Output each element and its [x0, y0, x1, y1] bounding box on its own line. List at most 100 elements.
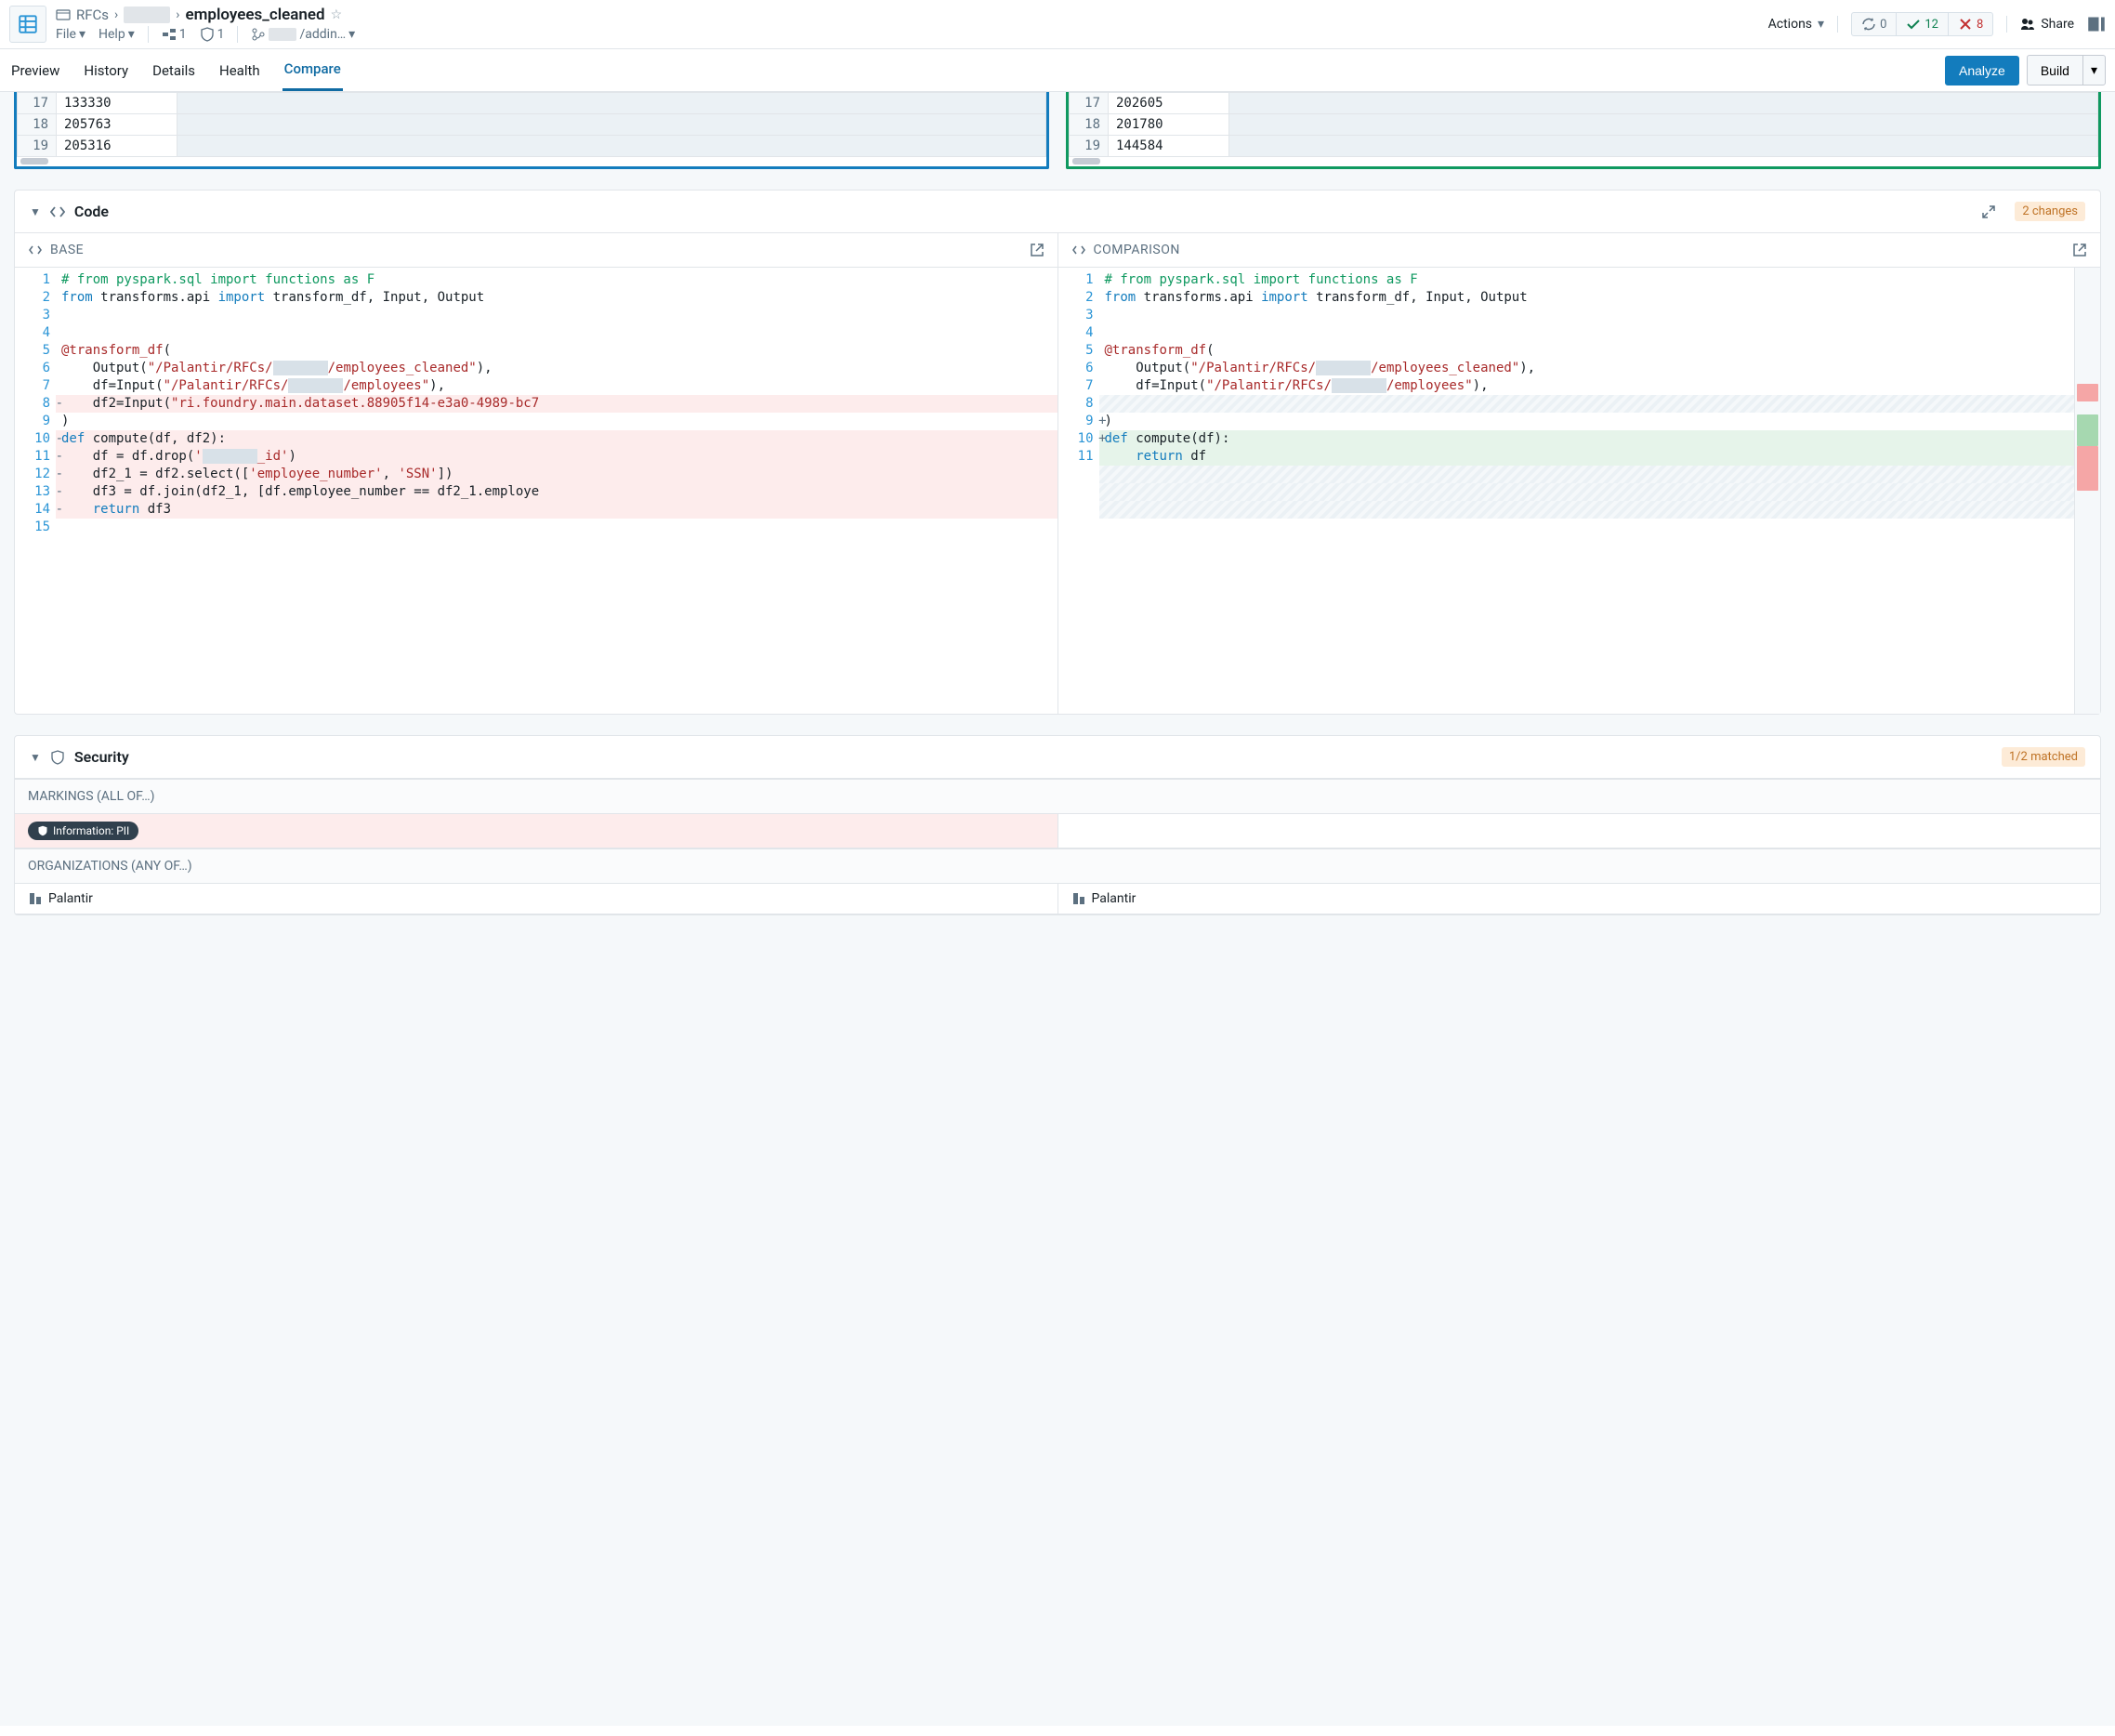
- tab-details[interactable]: Details: [151, 51, 197, 90]
- org-icon: [1071, 891, 1086, 906]
- breadcrumb-sep: ›: [114, 7, 118, 22]
- base-column: BASE 12345678-910-11-12-13-14-15 # from …: [15, 233, 1058, 714]
- divider: [2006, 16, 2007, 33]
- breadcrumb: RFCs › › employees_cleaned ☆ File▾ Help▾…: [56, 6, 1759, 43]
- code-line: df2=Input("ri.foundry.main.dataset.88905…: [56, 395, 1058, 413]
- security-badge: 1/2 matched: [2002, 747, 2085, 767]
- code-line: [56, 519, 1058, 536]
- actions-button[interactable]: Actions▾: [1768, 17, 1824, 32]
- code-diff: BASE 12345678-910-11-12-13-14-15 # from …: [15, 233, 2100, 714]
- code-line: Output("/Palantir/RFCs/XXXXXXX/employees…: [1099, 360, 2075, 377]
- status-sync[interactable]: 0: [1852, 13, 1897, 35]
- people-icon: [2020, 17, 2035, 32]
- org-icon: [28, 891, 43, 906]
- code-line: def compute(df, df2):: [56, 430, 1058, 448]
- popout-icon[interactable]: [2072, 243, 2087, 257]
- orgs-header: ORGANIZATIONS (ANY OF…): [15, 848, 2100, 884]
- code-line: @transform_df(: [56, 342, 1058, 360]
- card-title: Code: [74, 203, 1972, 220]
- build-button-group: Build ▾: [2027, 55, 2106, 85]
- sync-icon: [1861, 17, 1876, 32]
- collapse-icon[interactable]: ▼: [30, 751, 41, 764]
- data-tables: 171333301820576319205316 172026051820178…: [14, 92, 2101, 169]
- table-row[interactable]: 17202605: [1070, 93, 2098, 114]
- minimap[interactable]: [2074, 268, 2100, 714]
- code-line: [56, 307, 1058, 324]
- shield-filled-icon: [37, 825, 48, 836]
- build-button[interactable]: Build: [2027, 55, 2082, 85]
- code-lines: # from pyspark.sql import functions as F…: [1099, 268, 2075, 714]
- orgs-row: Palantir Palantir: [15, 884, 2100, 914]
- path-indicator[interactable]: /addin… ▾: [251, 27, 355, 42]
- status-pass[interactable]: 12: [1897, 13, 1949, 35]
- code-line: [1099, 395, 2075, 413]
- share-button[interactable]: Share: [2020, 17, 2074, 32]
- security-card: ▼ Security 1/2 matched MARKINGS (ALL OF……: [14, 735, 2101, 915]
- code-lines: # from pyspark.sql import functions as F…: [56, 268, 1058, 714]
- code-line: @transform_df(: [1099, 342, 2075, 360]
- code-line: df2_1 = df2.select(['employee_number', '…: [56, 466, 1058, 483]
- gutter: 12345678-910-11-12-13-14-15: [15, 268, 56, 714]
- x-icon: [1958, 17, 1973, 32]
- expand-icon[interactable]: [1981, 204, 1996, 219]
- base-label: BASE: [50, 243, 84, 257]
- code-line: [1099, 466, 2075, 483]
- code-line: ): [56, 413, 1058, 430]
- code-line: [1099, 483, 2075, 501]
- code-line: def compute(df):: [1099, 430, 2075, 448]
- table-row[interactable]: 17133330: [18, 93, 1046, 114]
- shield-indicator[interactable]: 1: [200, 27, 225, 42]
- scrollbar[interactable]: [1072, 158, 1100, 164]
- scrollbar[interactable]: [20, 158, 48, 164]
- org-comparison: Palantir: [1058, 884, 2101, 914]
- help-menu[interactable]: Help▾: [99, 27, 135, 42]
- code-line: [1099, 307, 2075, 324]
- table-row[interactable]: 18201780: [1070, 114, 2098, 136]
- git-icon: [251, 27, 266, 42]
- code-line: return df: [1099, 448, 2075, 466]
- popout-icon[interactable]: [1030, 243, 1044, 257]
- code-small-icon: [1071, 243, 1086, 257]
- page-title: employees_cleaned: [185, 6, 324, 24]
- base-table: 171333301820576319205316: [14, 92, 1049, 169]
- table-row[interactable]: 19205316: [18, 136, 1046, 157]
- collapse-icon[interactable]: ▼: [30, 205, 41, 218]
- app-icon[interactable]: [9, 6, 46, 43]
- code-line: [1099, 324, 2075, 342]
- status-pills: 0 12 8: [1851, 12, 1993, 36]
- analyze-button[interactable]: Analyze: [1945, 56, 2019, 85]
- shield-icon: [200, 27, 215, 42]
- breadcrumb-root[interactable]: RFCs: [76, 7, 109, 23]
- file-menu-row: File▾ Help▾ 1 1 /addin… ▾: [56, 26, 1759, 43]
- table-row[interactable]: 19144584: [1070, 136, 2098, 157]
- comparison-column: COMPARISON 123456789+10+11 # from pyspar…: [1058, 233, 2101, 714]
- folder-icon: [56, 7, 71, 22]
- shield-icon: [50, 750, 65, 765]
- pii-badge: Information: PII: [28, 822, 138, 840]
- tab-history[interactable]: History: [82, 51, 130, 90]
- code-line: [56, 324, 1058, 342]
- tab-preview[interactable]: Preview: [9, 51, 61, 90]
- code-line: [1099, 501, 2075, 519]
- tabbar: Preview History Details Health Compare A…: [0, 49, 2115, 92]
- code-icon: [50, 204, 65, 219]
- topbar-right: Actions▾ 0 12 8 Share: [1768, 12, 2106, 36]
- status-fail[interactable]: 8: [1949, 13, 1992, 35]
- build-dropdown[interactable]: ▾: [2082, 55, 2106, 85]
- panel-toggle-icon[interactable]: [2087, 15, 2106, 33]
- tab-compare[interactable]: Compare: [282, 49, 343, 91]
- code-line: [1099, 519, 2075, 536]
- code-line: from transforms.api import transform_df,…: [56, 289, 1058, 307]
- star-icon[interactable]: ☆: [331, 7, 343, 22]
- table-row[interactable]: 18205763: [18, 114, 1046, 136]
- code-line: return df3: [56, 501, 1058, 519]
- comparison-table: 172026051820178019144584: [1066, 92, 2101, 169]
- topbar: RFCs › › employees_cleaned ☆ File▾ Help▾…: [0, 0, 2115, 49]
- dataset-icon: [19, 15, 37, 33]
- divider: [237, 26, 238, 43]
- security-title: Security: [74, 748, 1992, 766]
- divider: [148, 26, 149, 43]
- tab-health[interactable]: Health: [217, 51, 262, 90]
- file-menu[interactable]: File▾: [56, 27, 85, 42]
- branch-indicator[interactable]: 1: [162, 27, 187, 42]
